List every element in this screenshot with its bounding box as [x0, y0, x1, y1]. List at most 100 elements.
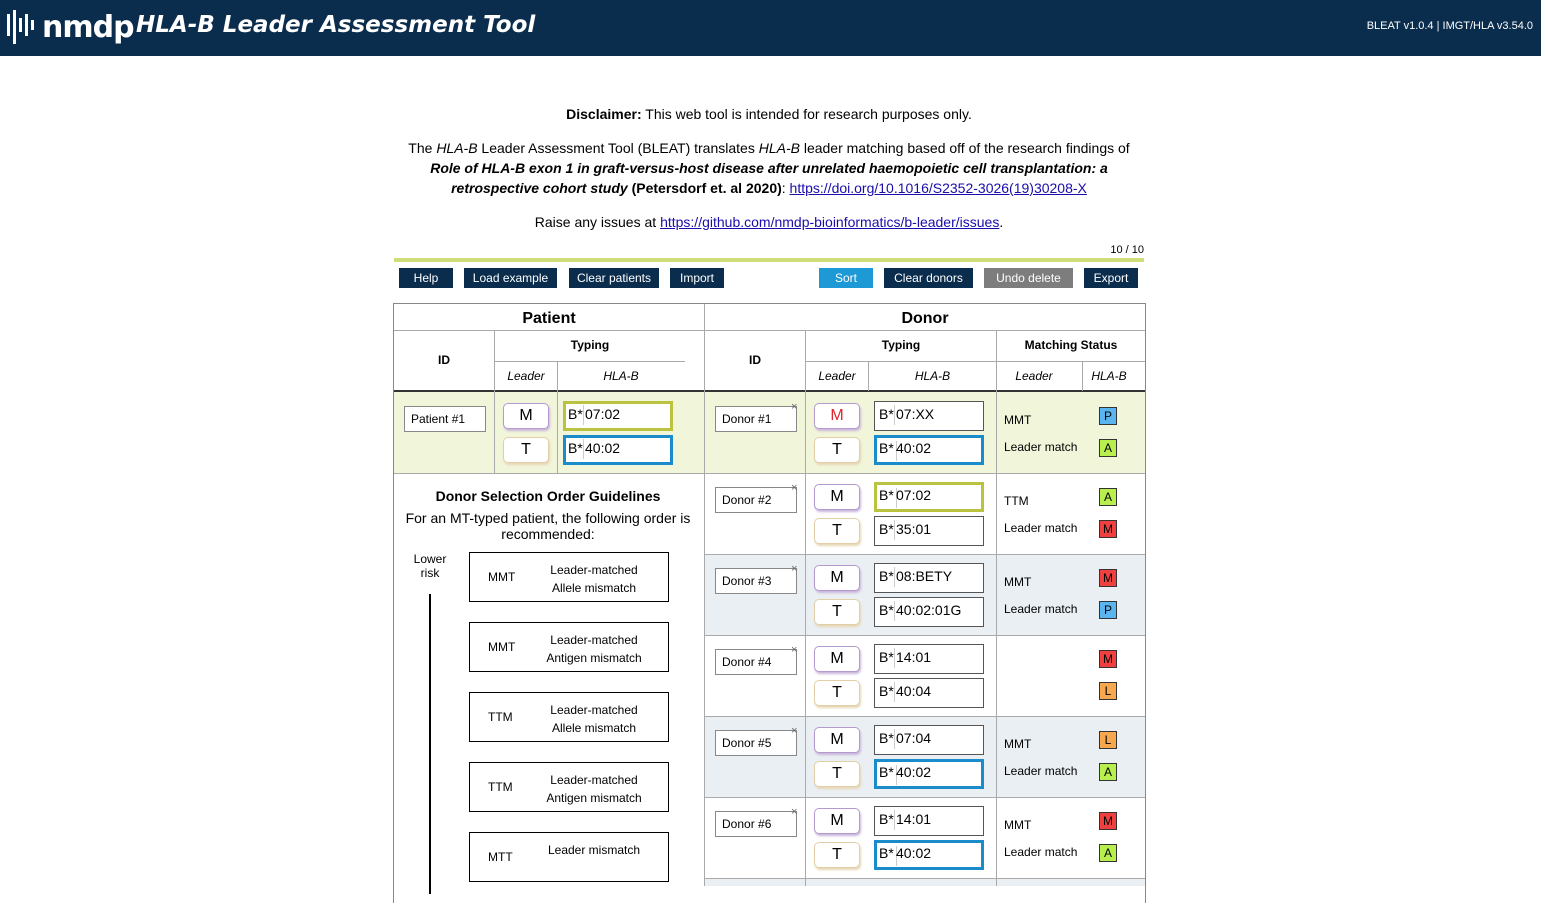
donor-hlab-input-2[interactable]: B* 40:02 [874, 840, 984, 870]
donor-hlab-input-1[interactable]: B* 07:04 [874, 725, 984, 755]
donor-id-input[interactable]: Donor #6 [715, 811, 797, 837]
delete-donor-icon[interactable]: × [791, 482, 797, 494]
hlab-match-badge: A [1099, 763, 1117, 781]
donor-hlab-input-1[interactable]: B* 08:BETY [874, 563, 984, 593]
guide-line-2: Allele mismatch [551, 721, 637, 735]
delete-donor-icon[interactable]: × [791, 401, 797, 413]
load-example-button[interactable]: Load example [464, 268, 557, 288]
help-button[interactable]: Help [399, 268, 453, 288]
delete-donor-icon[interactable]: × [791, 644, 797, 656]
guide-line-1: Leader-matched [550, 633, 638, 647]
clear-patients-button[interactable]: Clear patients [569, 268, 659, 288]
tool-description: The HLA-B Leader Assessment Tool (BLEAT)… [393, 138, 1145, 198]
donor-hlab-input-1[interactable]: B* 07:XX [874, 401, 984, 431]
delete-donor-icon[interactable]: × [791, 563, 797, 575]
guideline-item: TTM Leader-matched Antigen mismatch [469, 762, 669, 812]
hla-prefix: B* [568, 406, 583, 422]
delete-donor-icon[interactable]: × [791, 725, 797, 737]
status-leader-header: Leader [1015, 369, 1053, 383]
donor-typing-header: Typing [881, 338, 921, 352]
doi-link[interactable]: https://doi.org/10.1016/S2352-3026(19)30… [790, 180, 1087, 196]
donor-id-input[interactable]: Donor #3 [715, 568, 797, 594]
divider [494, 331, 495, 473]
hlab-match-badge: M [1099, 812, 1117, 830]
hla-prefix: B* [879, 649, 894, 665]
donor-id-input[interactable]: Donor #2 [715, 487, 797, 513]
undo-delete-button[interactable]: Undo delete [984, 268, 1073, 288]
donor-id-input[interactable]: Donor #1 [715, 406, 797, 432]
donor-leader-m-button[interactable]: M [814, 808, 860, 834]
patient-hlab-input-1[interactable]: B* 07:02 [563, 401, 673, 431]
hla-allele: 40:02 [896, 845, 932, 861]
donor-leader-t-button[interactable]: T [814, 437, 860, 463]
guide-line-2: Antigen mismatch [546, 791, 642, 805]
hla-prefix: B* [879, 602, 894, 618]
patient-leader-t-button[interactable]: T [503, 437, 549, 463]
text-caret [894, 567, 895, 587]
nmdp-logo[interactable]: nmdp [6, 8, 135, 46]
donor-leader-t-button[interactable]: T [814, 518, 860, 544]
donor-hlab-input-2[interactable]: B* 40:02:01G [874, 597, 984, 627]
donor-id-input[interactable]: Donor #4 [715, 649, 797, 675]
delete-donor-icon[interactable]: × [791, 806, 797, 818]
donor-hlab-input-2[interactable]: B* 40:04 [874, 678, 984, 708]
guideline-item: MTT Leader mismatch [469, 832, 669, 882]
patient-typing-header: Typing [570, 338, 610, 352]
divider [705, 797, 1145, 798]
patient-header: Patient [522, 310, 576, 327]
header-bottom-divider [394, 390, 1145, 392]
hla-allele: 40:02:01G [896, 602, 962, 618]
clear-donors-button[interactable]: Clear donors [884, 268, 973, 288]
text-caret [894, 682, 895, 702]
hla-prefix: B* [879, 440, 894, 456]
donor-leader-t-button[interactable]: T [814, 599, 860, 625]
guide-description: Leader mismatch [540, 841, 648, 859]
hlab-match-badge: L [1099, 682, 1117, 700]
donor-hlab-input-2[interactable]: B* 35:01 [874, 516, 984, 546]
hla-prefix: B* [879, 764, 894, 780]
leader-match-status: Leader match [1004, 602, 1078, 616]
import-button[interactable]: Import [670, 268, 724, 288]
hlab-match-badge: P [1099, 407, 1117, 425]
donor-hlab-input-2[interactable]: B* 40:02 [874, 435, 984, 465]
guide-code: TTM [488, 710, 513, 724]
guide-description: Leader-matched Allele mismatch [540, 701, 648, 737]
donor-leader-t-button[interactable]: T [814, 761, 860, 787]
progress-bar [394, 258, 1144, 262]
donor-leader-m-button[interactable]: M [814, 727, 860, 753]
patient-hlab-input-2[interactable]: B* 40:02 [563, 435, 673, 465]
issues-link[interactable]: https://github.com/nmdp-bioinformatics/b… [660, 214, 999, 230]
leader-match-code: MMT [1004, 737, 1032, 751]
patient-leader-m-button[interactable]: M [503, 403, 549, 429]
donor-hlab-input-1[interactable]: B* 07:02 [874, 482, 984, 512]
hla-prefix: B* [879, 487, 894, 503]
leader-match-code: MMT [1004, 575, 1032, 589]
donor-leader-t-button[interactable]: T [814, 680, 860, 706]
donor-id-input[interactable]: Donor #5 [715, 730, 797, 756]
donor-leader-m-button[interactable]: M [814, 484, 860, 510]
text-caret [894, 648, 895, 668]
leader-match-status: Leader match [1004, 764, 1078, 778]
guide-line-1: Leader mismatch [547, 843, 641, 857]
logo-text: nmdp [42, 10, 135, 45]
donor-hlab-input-2[interactable]: B* 40:02 [874, 759, 984, 789]
donor-hlab-input-1[interactable]: B* 14:01 [874, 644, 984, 674]
desc-text-3: leader matching based off of the researc… [799, 140, 1130, 156]
export-button[interactable]: Export [1084, 268, 1138, 288]
patient-hlab-header: HLA-B [603, 369, 639, 383]
hla-allele: 40:02 [896, 440, 932, 456]
app-title: HLA-B Leader Assessment Tool [136, 12, 536, 38]
guideline-item: TTM Leader-matched Allele mismatch [469, 692, 669, 742]
disclaimer: Disclaimer: This web tool is intended fo… [393, 104, 1145, 124]
sort-button[interactable]: Sort [819, 268, 873, 288]
donor-leader-m-button[interactable]: M [814, 646, 860, 672]
donor-hlab-input-1[interactable]: B* 14:01 [874, 806, 984, 836]
divider [704, 304, 705, 886]
desc-text-2: Leader Assessment Tool (BLEAT) translate… [477, 140, 759, 156]
guide-code: TTM [488, 780, 513, 794]
patient-id-input[interactable]: Patient #1 [404, 406, 486, 432]
donor-leader-t-button[interactable]: T [814, 842, 860, 868]
donor-leader-m-button[interactable]: M [814, 565, 860, 591]
hla-prefix: B* [568, 440, 583, 456]
donor-leader-m-button[interactable]: M [814, 403, 860, 429]
